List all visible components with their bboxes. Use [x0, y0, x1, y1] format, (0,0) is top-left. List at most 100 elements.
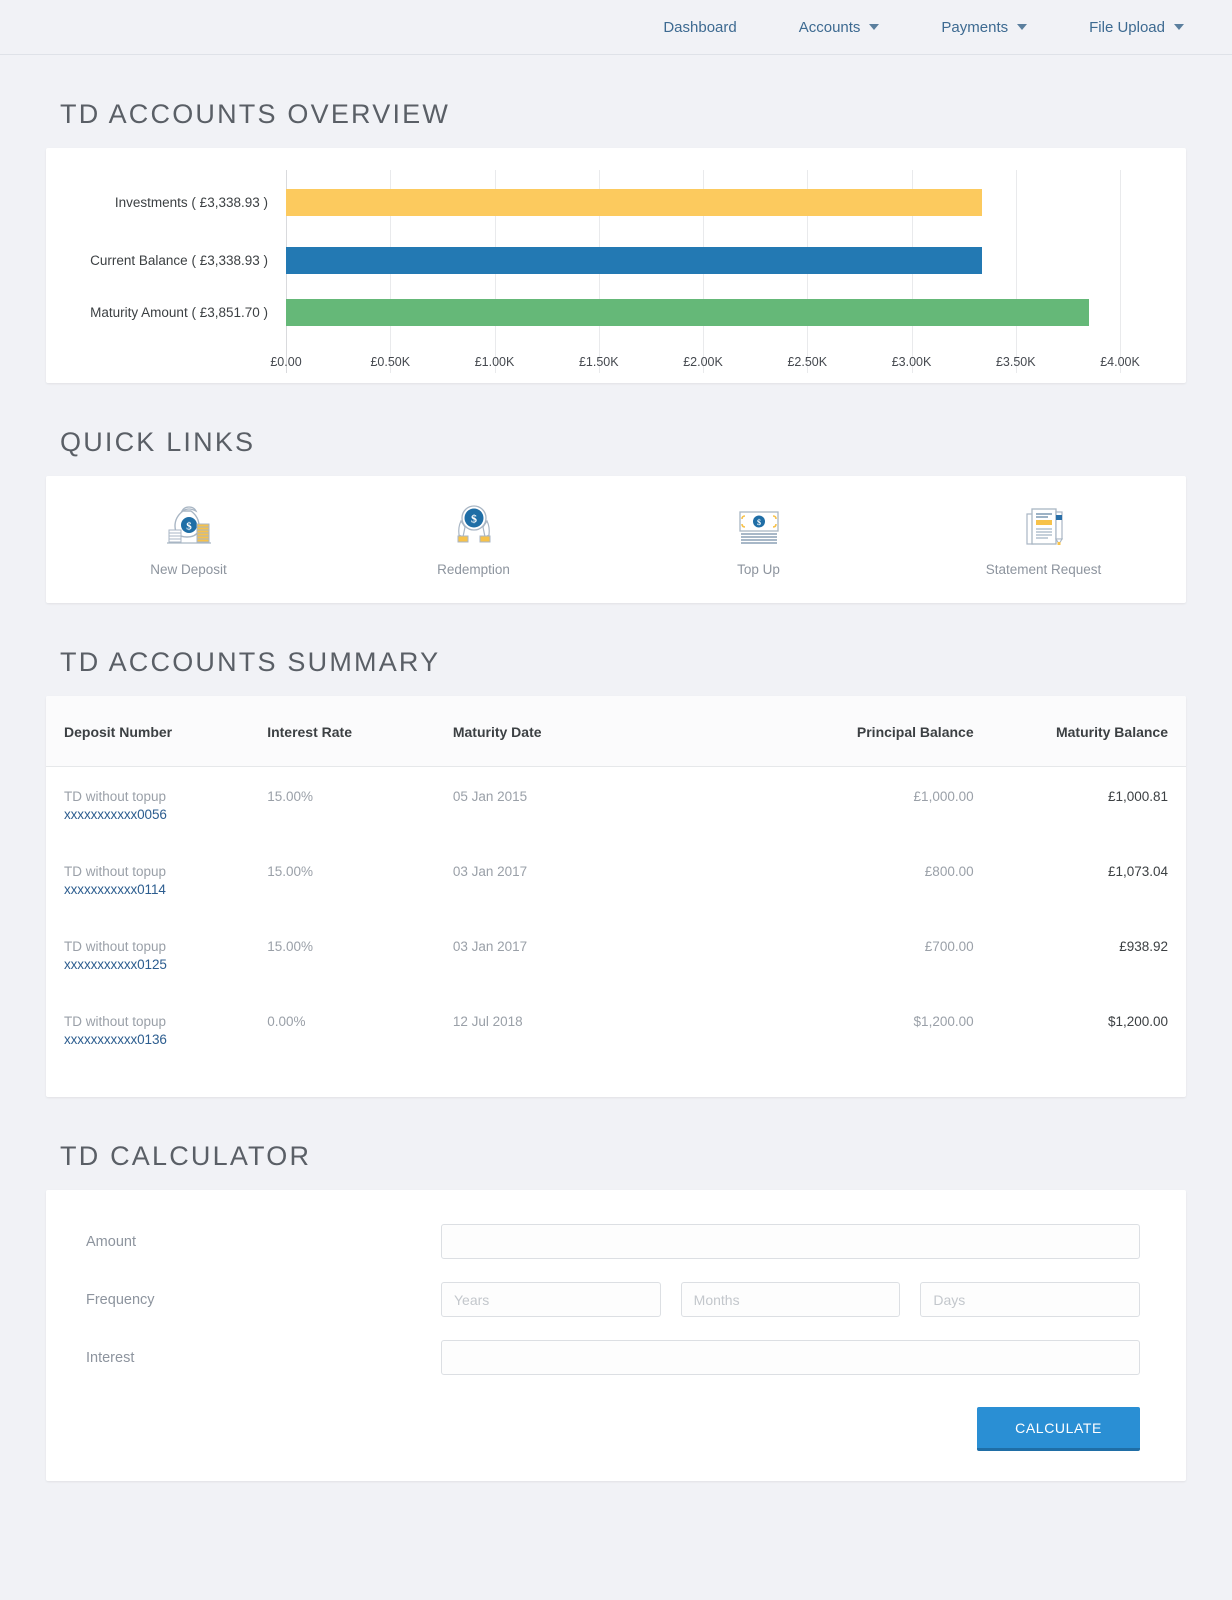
column-header-interest-rate: Interest Rate	[267, 696, 453, 767]
chart-bar[interactable]	[286, 189, 983, 216]
nav-item-dashboard[interactable]: Dashboard	[663, 19, 736, 36]
cell-principal-balance: £1,000.00	[913, 789, 974, 804]
chevron-down-icon	[869, 24, 880, 30]
svg-text:$: $	[757, 518, 761, 527]
frequency-field-group	[441, 1282, 1141, 1317]
quick-link-top-up[interactable]: $ Top Up	[616, 503, 901, 577]
cell-interest-rate: 0.00%	[267, 1014, 306, 1029]
deposit-name: TD without topup	[64, 939, 167, 954]
cell-maturity-balance: $1,200.00	[1107, 1014, 1168, 1029]
cell-deposit-number: TD without topup xxxxxxxxxxx0114	[46, 842, 267, 917]
quick-link-label: Statement Request	[985, 561, 1102, 577]
account-number-link[interactable]: xxxxxxxxxxx0056	[64, 807, 267, 822]
td-calculator-section: TD CALCULATOR Amount Frequency Interest	[0, 1097, 1232, 1481]
interest-field-group	[441, 1340, 1140, 1375]
frequency-row: Frequency	[66, 1282, 1141, 1317]
bar-chart: Investments ( £3,338.93 ) Current Balanc…	[64, 170, 1168, 373]
hands-coin-icon: $	[448, 503, 500, 549]
calculate-button[interactable]: CALCULATE	[977, 1407, 1140, 1451]
summary-section-title: TD ACCOUNTS SUMMARY	[60, 647, 441, 677]
chart-bar-row	[286, 244, 1120, 277]
cell-maturity-date: 05 Jan 2015	[452, 789, 528, 804]
chart-label-row: Maturity Amount ( £3,851.70 )	[64, 296, 276, 329]
chart-bar[interactable]	[286, 299, 1090, 326]
months-input[interactable]	[680, 1282, 901, 1317]
table-row: TD without topup xxxxxxxxxxx0136 0.00% 12 J…	[46, 992, 1186, 1067]
quick-link-new-deposit[interactable]: $ New Deposit	[46, 503, 331, 577]
frequency-label: Frequency	[86, 1291, 155, 1308]
quick-links-card: $ New Deposit $ Redemption $ Top Up Stat…	[46, 476, 1186, 603]
calculator-section-title: TD CALCULATOR	[60, 1141, 312, 1171]
chevron-down-icon	[1174, 24, 1184, 30]
chart-category-label: Current Balance ( £3,338.93 )	[90, 253, 268, 268]
nav-item-accounts[interactable]: Accounts	[799, 19, 880, 36]
amount-field-group	[441, 1224, 1140, 1259]
chart-bar[interactable]	[286, 247, 983, 274]
nav-item-label: Dashboard	[663, 18, 737, 36]
amount-row: Amount	[66, 1224, 1140, 1259]
table-body: TD without topup xxxxxxxxxxx0056 15.00% 05 …	[46, 767, 1186, 1068]
cell-maturity-balance: £1,073.04	[1107, 864, 1168, 879]
chart-tick-label: £3.00K	[891, 355, 932, 369]
overview-section-title: TD ACCOUNTS OVERVIEW	[60, 99, 451, 129]
table-header-row: Deposit Number Interest Rate Maturity Da…	[46, 696, 1186, 767]
cell-deposit-number: TD without topup xxxxxxxxxxx0136	[46, 992, 267, 1067]
quick-link-statement-request[interactable]: Statement Request	[901, 503, 1186, 577]
cell-maturity-balance: £1,000.81	[1107, 789, 1168, 804]
account-number-link[interactable]: xxxxxxxxxxx0136	[64, 1032, 267, 1047]
quick-links-section-title: QUICK LINKS	[60, 427, 256, 457]
interest-input[interactable]	[441, 1340, 1140, 1375]
amount-label: Amount	[86, 1233, 136, 1250]
chart-plot-area	[286, 170, 1121, 373]
chart-label-row: Investments ( £3,338.93 )	[64, 186, 276, 219]
nav-item-label: Payments	[941, 18, 1009, 36]
deposit-name: TD without topup	[64, 1014, 167, 1029]
cell-maturity-date: 03 Jan 2017	[452, 939, 528, 954]
deposit-name: TD without topup	[64, 789, 167, 804]
chart-tick-label: £0.00	[270, 355, 302, 369]
chart-bar-row	[286, 296, 1120, 329]
summary-table-card: Deposit Number Interest Rate Maturity Da…	[46, 696, 1186, 1097]
chart-tick-label: £2.00K	[683, 355, 723, 369]
cell-principal-balance: £700.00	[924, 939, 974, 954]
days-input[interactable]	[920, 1282, 1141, 1317]
td-accounts-table: Deposit Number Interest Rate Maturity Da…	[46, 696, 1186, 1067]
cell-deposit-number: TD without topup xxxxxxxxxxx0125	[46, 917, 267, 992]
chart-category-label: Maturity Amount ( £3,851.70 )	[90, 305, 268, 320]
table-row: TD without topup xxxxxxxxxxx0114 15.00% 03 …	[46, 842, 1186, 917]
money-bag-icon: $	[163, 503, 215, 549]
account-number-link[interactable]: xxxxxxxxxxx0114	[64, 882, 267, 897]
interest-label: Interest	[86, 1349, 135, 1366]
cell-interest-rate: 15.00%	[267, 864, 313, 879]
cell-maturity-balance: £938.92	[1119, 939, 1168, 954]
years-input[interactable]	[441, 1282, 661, 1317]
chart-tick-label: £3.50K	[995, 355, 1036, 369]
chart-label-row: Current Balance ( £3,338.93 )	[64, 244, 276, 277]
chevron-down-icon	[1017, 24, 1028, 30]
nav-item-label: Accounts	[798, 18, 861, 36]
column-header-maturity-date: Maturity Date	[452, 696, 735, 767]
td-accounts-summary-section: TD ACCOUNTS SUMMARY Deposit Number Inter…	[0, 603, 1232, 1097]
deposit-name: TD without topup	[64, 864, 167, 879]
cell-deposit-number: TD without topup xxxxxxxxxxx0056	[46, 767, 267, 843]
chart-tick-label: £1.50K	[578, 355, 619, 369]
account-number-link[interactable]: xxxxxxxxxxx0125	[64, 957, 267, 972]
cell-interest-rate: 15.00%	[267, 939, 313, 954]
chart-x-axis: £0.00 £0.50K £1.00K £1.50K £2.00K £2.50K £3.00…	[270, 345, 1139, 373]
quick-link-label: Redemption	[437, 561, 510, 577]
quick-links-section: QUICK LINKS $ New Deposit $ Redemption $…	[0, 383, 1232, 603]
nav-item-file-upload[interactable]: File Upload	[1089, 19, 1184, 36]
nav-item-payments[interactable]: Payments	[941, 18, 1028, 36]
quick-link-redemption[interactable]: $ Redemption	[331, 503, 616, 577]
top-navigation-bar: Dashboard Accounts Payments File Upload	[0, 0, 1232, 55]
svg-text:$: $	[471, 511, 477, 525]
chart-tick-label: £2.50K	[787, 355, 828, 369]
cell-interest-rate: 15.00%	[267, 789, 313, 804]
cell-principal-balance: $1,200.00	[913, 1014, 974, 1029]
banknotes-icon: $	[733, 503, 785, 549]
overview-chart-card: Investments ( £3,338.93 ) Current Balanc…	[46, 148, 1186, 383]
calculator-card: Amount Frequency Interest	[46, 1190, 1186, 1481]
quick-link-label: New Deposit	[150, 561, 227, 577]
amount-input[interactable]	[441, 1224, 1140, 1259]
table-row: TD without topup xxxxxxxxxxx0125 15.00% 03 …	[46, 917, 1186, 992]
